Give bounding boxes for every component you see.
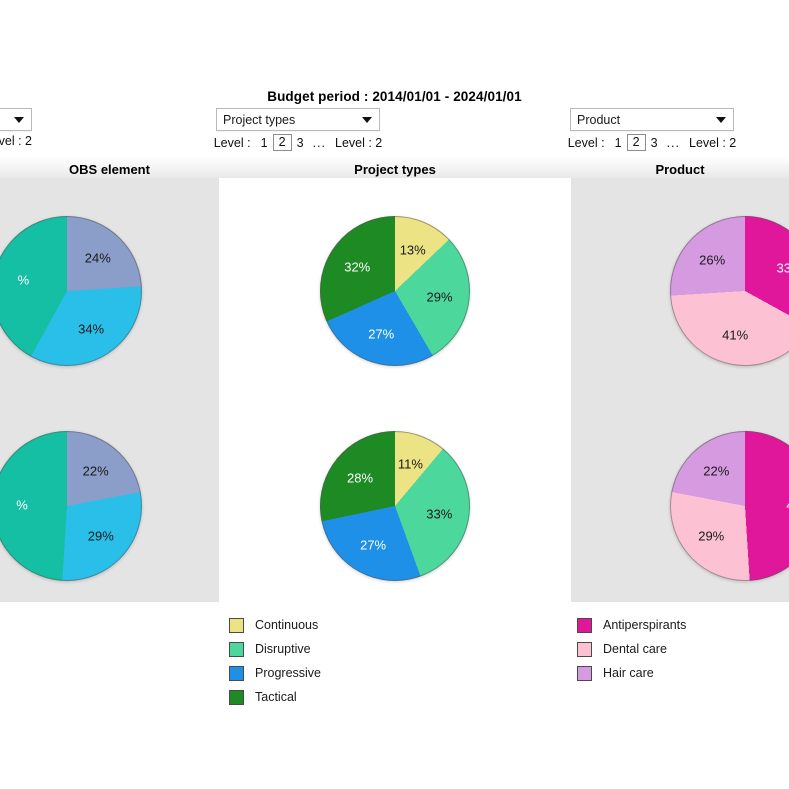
level-control-product: Level : 1 2 3 ... Level : 2 xyxy=(567,134,737,151)
column-header-product-label: Product xyxy=(655,162,705,177)
pie-chart-obs-top[interactable]: 24% 34%% xyxy=(0,216,142,366)
legend-item-label: Hair care xyxy=(603,666,654,680)
pie-slice-label: 41% xyxy=(722,327,749,343)
pie-slice-label: 33% xyxy=(426,506,453,522)
pie-slice-label: 11% xyxy=(397,456,423,472)
level-label: Level : xyxy=(213,135,251,150)
pie-slice-label: 29% xyxy=(87,528,114,544)
pie-graphic xyxy=(670,216,789,366)
chevron-down-icon xyxy=(362,116,372,123)
pie-slice-label: 33 xyxy=(776,260,789,276)
column-header-product: Product xyxy=(571,156,789,178)
legend-swatch-icon xyxy=(229,641,244,657)
level-ellipsis[interactable]: ... xyxy=(663,136,684,150)
legend-swatch-icon xyxy=(229,689,244,705)
pie-chart-obs-bottom[interactable]: 22% 29%% xyxy=(0,431,142,581)
level-option-2[interactable]: 2 xyxy=(626,134,646,151)
legend-swatch-icon xyxy=(577,641,592,657)
level-control-obs: evel : 2 xyxy=(0,134,32,148)
pie-slice-label: % xyxy=(16,497,28,513)
legend-item[interactable]: Disruptive xyxy=(229,637,321,661)
dashboard-root: Budget period : 2014/01/01 - 2024/01/01 … xyxy=(0,0,789,789)
pie-slice-label: 34% xyxy=(78,321,105,337)
level-option-3[interactable]: 3 xyxy=(646,135,663,151)
legend-swatch-icon xyxy=(577,665,592,681)
pie-outline xyxy=(670,431,789,581)
pie-slice-label: 27% xyxy=(360,537,387,553)
selector-group-obs: evel : 2 xyxy=(0,108,32,148)
legend-item-label: Disruptive xyxy=(255,642,311,656)
level-control-project-types: Level : 1 2 3 ... Level : 2 xyxy=(213,134,383,151)
legend-item-label: Antiperspirants xyxy=(603,618,687,632)
pie-graphic xyxy=(670,431,789,581)
dropdown-product-value: Product xyxy=(577,112,621,127)
level-option-1[interactable]: 1 xyxy=(256,135,273,151)
dropdown-project-types-value: Project types xyxy=(223,112,296,127)
legend-item-label: Continuous xyxy=(255,618,319,632)
legend-item[interactable]: Dental care xyxy=(577,637,686,661)
pie-slice-label: 28% xyxy=(347,470,374,486)
selector-group-project-types: Project types Level : 1 2 3 ... Level : … xyxy=(213,108,383,151)
level-tail: Level : 2 xyxy=(689,135,737,150)
level-option-2[interactable]: 2 xyxy=(272,134,292,151)
pie-chart-project-types-bottom[interactable]: 11% 33% 27% 28% xyxy=(320,431,470,581)
level-label: Level : xyxy=(567,135,605,150)
budget-period-title: Budget period : 2014/01/01 - 2024/01/01 xyxy=(267,89,522,104)
pie-chart-project-types-top[interactable]: 13% 29% 27% 32% xyxy=(320,216,470,366)
pie-slice-label: 22% xyxy=(82,463,109,479)
pie-chart-product-bottom[interactable]: 429%22% xyxy=(670,431,789,581)
legend-item[interactable]: Continuous xyxy=(229,613,321,637)
legend-project-types: Continuous Disruptive Progressive Tactical xyxy=(229,613,321,709)
pie-slice-label: % xyxy=(17,272,30,288)
pie-slice-label: 29% xyxy=(698,528,725,544)
column-header-project-types-label: Project types xyxy=(354,162,436,177)
pie-slice-label: 32% xyxy=(344,259,371,274)
level-option-1[interactable]: 1 xyxy=(610,135,627,151)
dropdown-obs-element[interactable] xyxy=(0,108,32,131)
level-tail-obs: evel : 2 xyxy=(0,134,32,148)
legend-item-label: Tactical xyxy=(255,690,297,704)
column-header-obs: OBS element xyxy=(0,156,219,178)
legend-item[interactable]: Antiperspirants xyxy=(577,613,686,637)
legend-item[interactable]: Hair care xyxy=(577,661,686,685)
pie-slice-label: 24% xyxy=(84,250,111,266)
dropdown-product[interactable]: Product xyxy=(570,108,734,131)
pie-outline xyxy=(670,216,789,366)
column-header-obs-label: OBS element xyxy=(69,162,150,177)
column-header-project-types: Project types xyxy=(219,156,571,178)
legend-item[interactable]: Tactical xyxy=(229,685,321,709)
pie-slice-label: 13% xyxy=(399,242,426,258)
legend-item-label: Progressive xyxy=(255,666,321,680)
legend-swatch-icon xyxy=(229,665,244,681)
pie-slice-label: 22% xyxy=(703,463,730,479)
legend-product: Antiperspirants Dental care Hair care xyxy=(577,613,686,685)
legend-item[interactable]: Progressive xyxy=(229,661,321,685)
chevron-down-icon xyxy=(14,116,24,123)
legend-swatch-icon xyxy=(229,617,244,633)
legend-swatch-icon xyxy=(577,617,592,633)
chevron-down-icon xyxy=(716,116,726,123)
pie-slice-label: 29% xyxy=(426,289,453,305)
pie-chart-product-top[interactable]: 33 41% 26% xyxy=(670,216,789,366)
legend-item-label: Dental care xyxy=(603,642,667,656)
dropdown-project-types[interactable]: Project types xyxy=(216,108,380,131)
selector-group-product: Product Level : 1 2 3 ... Level : 2 xyxy=(567,108,737,151)
level-ellipsis[interactable]: ... xyxy=(309,136,330,150)
pie-slice-label: 26% xyxy=(699,252,726,268)
pie-slice-label: 27% xyxy=(368,326,395,342)
level-tail: Level : 2 xyxy=(335,135,383,150)
level-option-3[interactable]: 3 xyxy=(292,135,309,151)
